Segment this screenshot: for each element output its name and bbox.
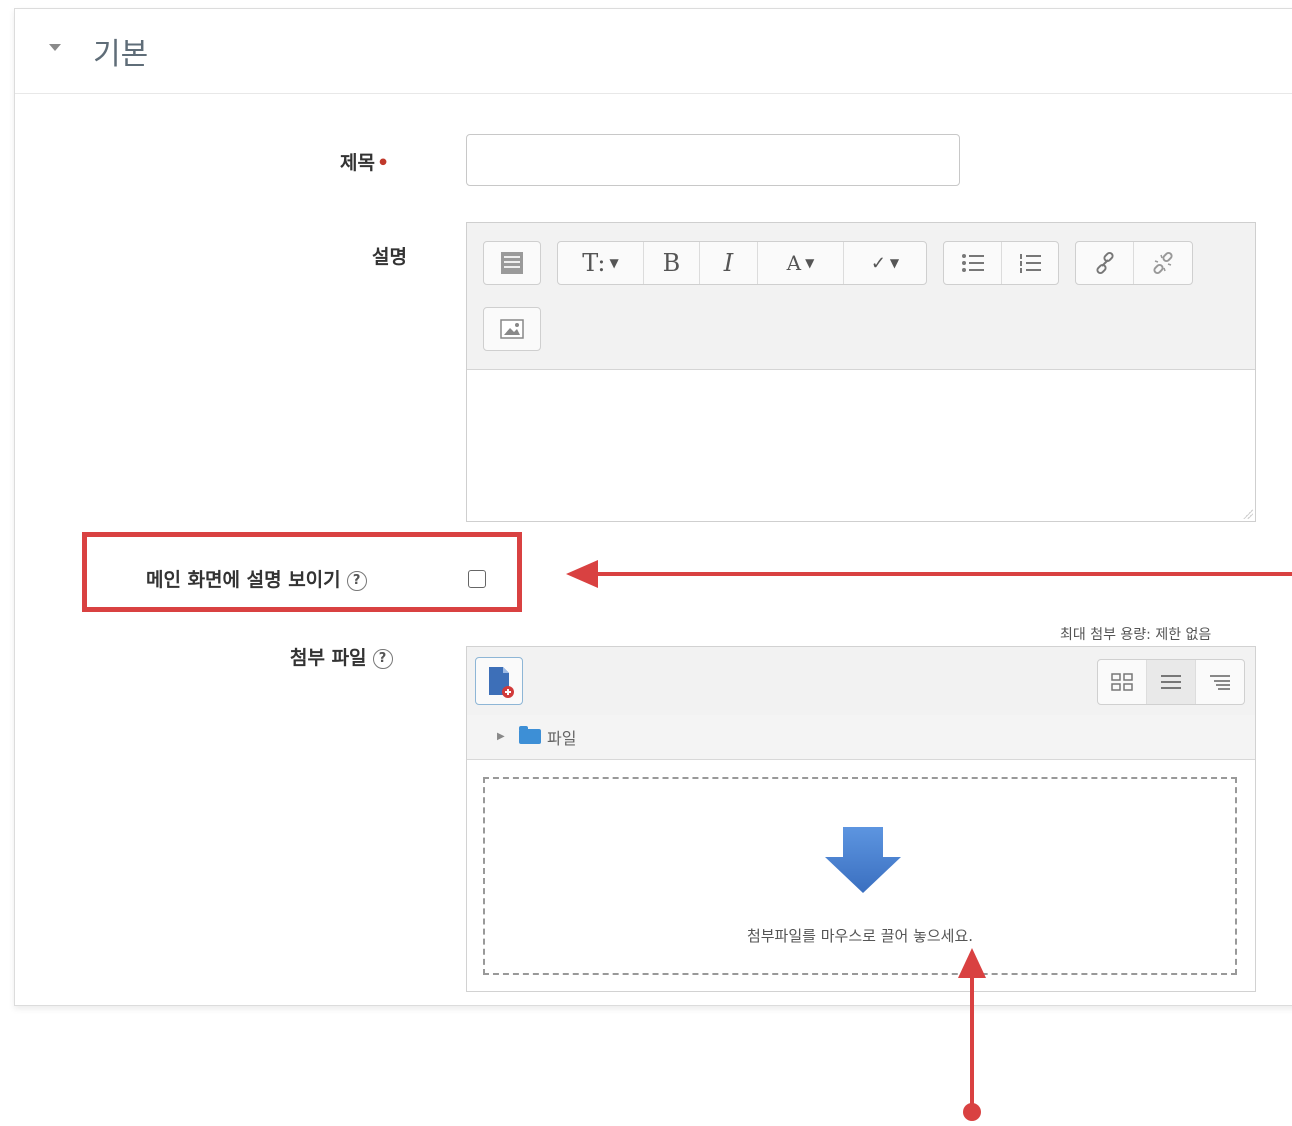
description-editor: T: ▼ B I A ▼ ✓ ▼ xyxy=(466,222,1256,522)
chevron-down-icon: ▼ xyxy=(609,256,619,270)
show-description-text: 메인 화면에 설명 보이기 xyxy=(146,569,341,591)
add-file-icon xyxy=(489,667,514,698)
italic-glyph: I xyxy=(723,249,734,277)
icon-view-icon[interactable] xyxy=(1098,660,1147,704)
title-label-text: 제목 xyxy=(340,152,375,174)
section-title[interactable]: 기본 xyxy=(93,29,148,73)
toolbar-group-media xyxy=(483,307,541,351)
add-file-button[interactable] xyxy=(475,657,523,705)
required-marker: • xyxy=(376,152,390,174)
unlink-icon[interactable] xyxy=(1134,242,1192,284)
text-color-glyph: A xyxy=(786,251,802,275)
file-path-bar: ▶ 파일 xyxy=(467,715,1255,760)
view-mode-group xyxy=(1097,659,1245,705)
link-icon[interactable] xyxy=(1076,242,1134,284)
toolbar-group-links xyxy=(1075,241,1193,285)
drop-zone-text: 첨부파일를 마우스로 끌어 놓으세요. xyxy=(746,927,974,945)
show-description-checkbox[interactable] xyxy=(468,570,486,588)
heading-glyph: T: xyxy=(582,249,606,277)
ordered-list-icon[interactable] xyxy=(1002,242,1058,284)
help-icon[interactable]: ? xyxy=(346,570,367,591)
file-manager: ▶ 파일 첨부파일를 마우스로 끌어 놓으세요. xyxy=(466,646,1256,992)
max-attachment-size: 최대 첨부 용량: 제한 없음 xyxy=(1060,627,1212,643)
toolbar-group-format: T: ▼ B I A ▼ ✓ ▼ xyxy=(557,241,927,285)
drop-down-arrow-icon xyxy=(825,827,901,893)
title-label: 제목 • xyxy=(340,148,389,175)
background-color-icon[interactable]: ✓ ▼ xyxy=(844,242,926,284)
italic-icon[interactable]: I xyxy=(700,242,758,284)
toolbar-group-lists xyxy=(943,241,1059,285)
insert-image-icon[interactable] xyxy=(484,308,540,350)
title-input[interactable] xyxy=(466,134,960,186)
file-manager-toolbar xyxy=(467,647,1255,716)
collapse-caret-icon[interactable] xyxy=(49,41,63,55)
show-more-buttons-icon[interactable] xyxy=(484,242,540,284)
attachments-label-text: 첨부 파일 xyxy=(290,647,367,669)
description-label: 설명 xyxy=(372,246,407,268)
attachments-label: 첨부 파일? xyxy=(290,643,393,670)
bold-glyph: B xyxy=(662,249,681,277)
background-color-glyph: ✓ xyxy=(870,252,886,274)
help-icon[interactable]: ? xyxy=(372,648,393,669)
bold-icon[interactable]: B xyxy=(644,242,700,284)
text-color-icon[interactable]: A ▼ xyxy=(758,242,844,284)
show-description-label: 메인 화면에 설명 보이기? xyxy=(146,565,367,592)
chevron-down-icon: ▼ xyxy=(889,256,900,270)
folder-icon[interactable] xyxy=(519,726,541,744)
list-view-icon[interactable] xyxy=(1147,660,1196,704)
heading-icon[interactable]: T: ▼ xyxy=(558,242,644,284)
unordered-list-icon[interactable] xyxy=(944,242,1002,284)
resize-handle[interactable] xyxy=(1243,509,1253,519)
toolbar-group-more xyxy=(483,241,541,285)
chevron-down-icon: ▼ xyxy=(805,256,815,270)
expand-arrow-icon[interactable]: ▶ xyxy=(497,731,505,742)
editor-toolbar: T: ▼ B I A ▼ ✓ ▼ xyxy=(467,223,1255,370)
file-drop-zone[interactable]: 첨부파일를 마우스로 끌어 놓으세요. xyxy=(483,777,1237,975)
tree-view-icon[interactable] xyxy=(1196,660,1244,704)
section-header[interactable]: 기본 xyxy=(15,9,1292,94)
folder-label[interactable]: 파일 xyxy=(547,725,576,749)
